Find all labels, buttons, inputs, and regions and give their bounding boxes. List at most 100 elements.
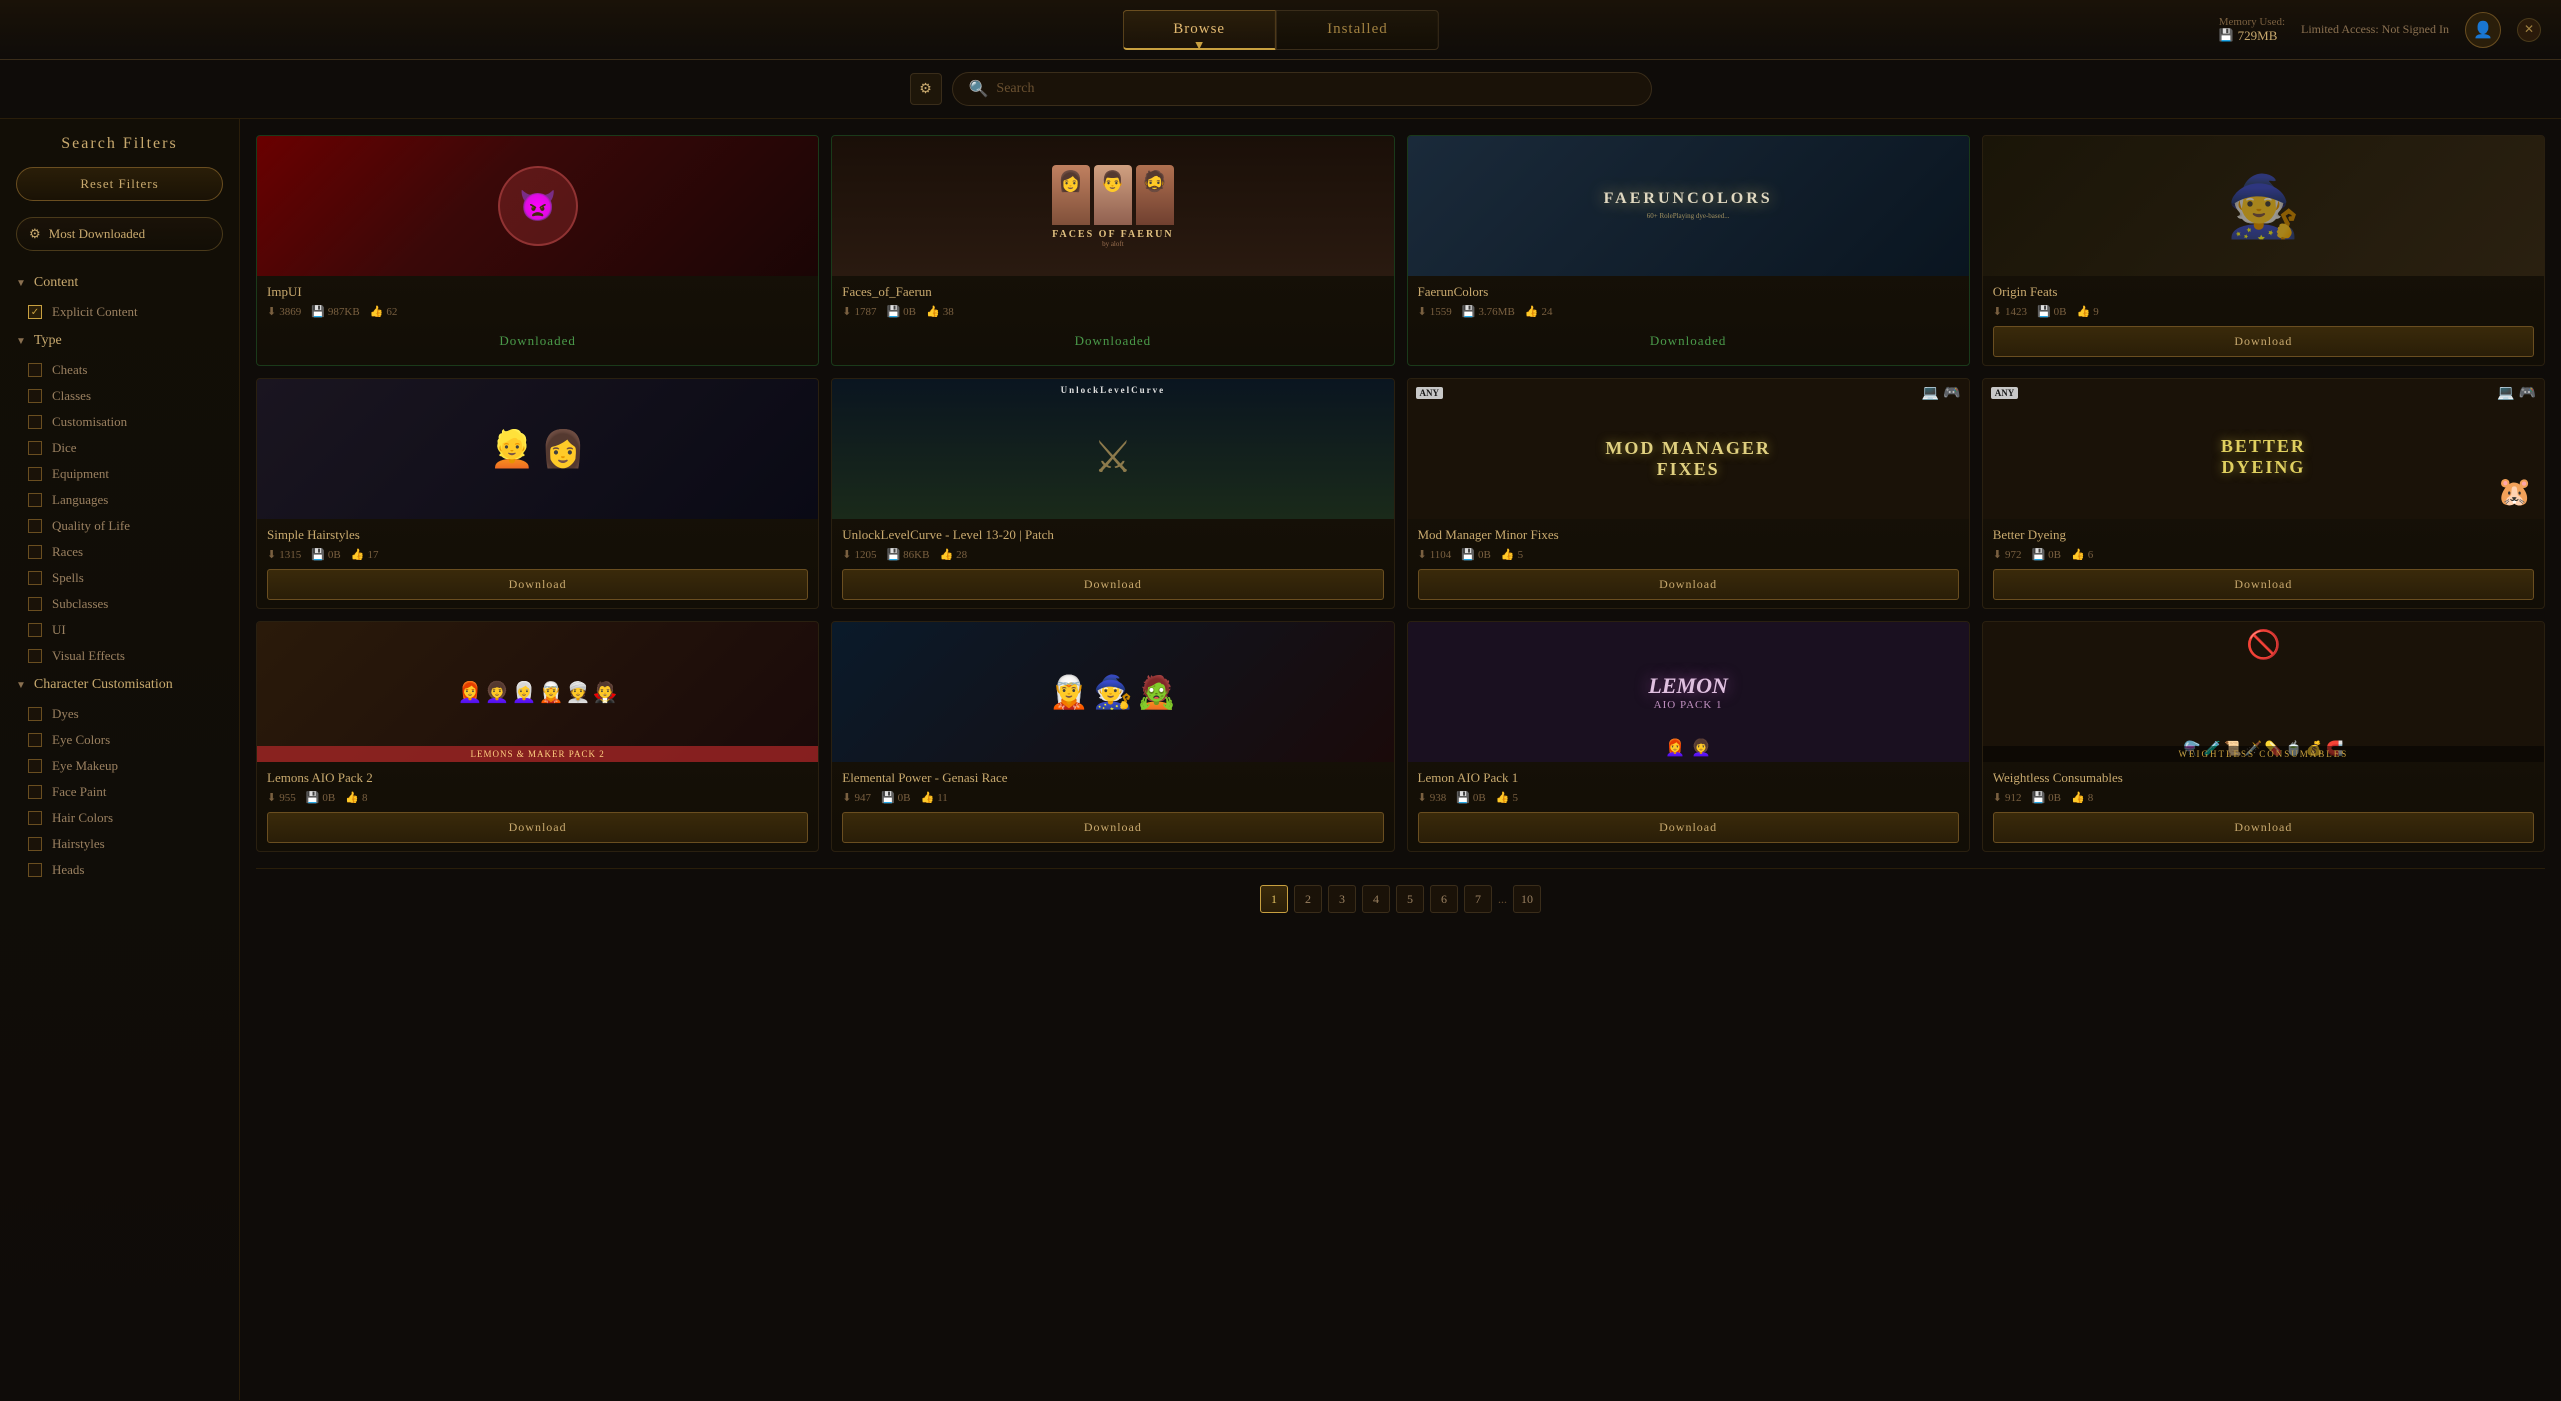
hair-colors-checkbox[interactable] xyxy=(28,811,42,825)
search-input[interactable] xyxy=(996,81,1634,97)
filter-hairstyles[interactable]: Hairstyles xyxy=(0,831,239,857)
chevron-down-icon: ▼ xyxy=(16,680,26,691)
page-button-2[interactable]: 2 xyxy=(1294,885,1322,913)
page-button-6[interactable]: 6 xyxy=(1430,885,1458,913)
filter-button[interactable]: ⚙ xyxy=(910,73,942,105)
mod-card-simple-hairstyles[interactable]: 👱 👩 Simple Hairstyles ⬇ 1315 💾 0B 👍 17 D… xyxy=(256,378,819,609)
close-button[interactable]: ✕ xyxy=(2517,18,2541,42)
cheats-checkbox[interactable] xyxy=(28,363,42,377)
filter-dice[interactable]: Dice xyxy=(0,435,239,461)
downloaded-button-impui[interactable]: Downloaded xyxy=(267,326,808,356)
mod-card-faerun-colors[interactable]: FAERUNCOLORS 60+ RolePlaying dye-based..… xyxy=(1407,135,1970,366)
spells-checkbox[interactable] xyxy=(28,571,42,585)
hairstyles-checkbox[interactable] xyxy=(28,837,42,851)
filter-classes[interactable]: Classes xyxy=(0,383,239,409)
heads-checkbox[interactable] xyxy=(28,863,42,877)
filter-eye-makeup[interactable]: Eye Makeup xyxy=(0,753,239,779)
subclasses-checkbox[interactable] xyxy=(28,597,42,611)
chevron-down-icon: ▼ xyxy=(16,278,26,289)
visual-effects-checkbox[interactable] xyxy=(28,649,42,663)
dice-checkbox[interactable] xyxy=(28,441,42,455)
downloaded-button-faerun-colors[interactable]: Downloaded xyxy=(1418,326,1959,356)
explicit-content-checkbox[interactable] xyxy=(28,305,42,319)
mod-card-unlock-level[interactable]: UnlockLevelCurve ⚔ UnlockLevelCurve - Le… xyxy=(831,378,1394,609)
filter-hair-colors[interactable]: Hair Colors xyxy=(0,805,239,831)
filter-equipment[interactable]: Equipment xyxy=(0,461,239,487)
page-button-10[interactable]: 10 xyxy=(1513,885,1541,913)
mod-card-lemon-aio-1[interactable]: LEMON AIO PACK 1 👩‍🦰 👩‍🦱 Lemon AIO Pack … xyxy=(1407,621,1970,852)
eye-colors-checkbox[interactable] xyxy=(28,733,42,747)
mod-stats-lemon-aio-1: ⬇ 938 💾 0B 👍 5 xyxy=(1418,791,1959,804)
search-box[interactable]: 🔍 xyxy=(952,72,1652,106)
mod-card-elemental-power[interactable]: 🧝 🧙 🧟 Elemental Power - Genasi Race ⬇ 94… xyxy=(831,621,1394,852)
download-button-lemon-aio-1[interactable]: Download xyxy=(1418,812,1959,843)
download-button-mod-manager-fixes[interactable]: Download xyxy=(1418,569,1959,600)
reset-filters-button[interactable]: Reset Filters xyxy=(16,167,223,201)
section-character-customisation[interactable]: ▼ Character Customisation xyxy=(0,669,239,701)
filter-spells[interactable]: Spells xyxy=(0,565,239,591)
section-type[interactable]: ▼ Type xyxy=(0,325,239,357)
mod-card-lemons-aio-2[interactable]: 👩‍🦰 👩‍🦱 👩‍🦳 🧝 👳 🧛 LEMONS & MAKER PACK 2 … xyxy=(256,621,819,852)
mod-card-impui[interactable]: 👿 ImpUI ⬇ 3869 💾 987KB 👍 62 Downloaded xyxy=(256,135,819,366)
mod-card-weightless[interactable]: 🚫 ⚗️ 🧪 📜 🗡️ 💊 🍵 💰 🧲 WEIGHTLESS CONSUMABL… xyxy=(1982,621,2545,852)
search-area: ⚙ 🔍 xyxy=(0,60,2561,119)
download-button-origin-feats[interactable]: Download xyxy=(1993,326,2534,357)
mod-card-origin-feats[interactable]: 🧙 Origin Feats ⬇ 1423 💾 0B 👍 9 Download xyxy=(1982,135,2545,366)
filter-ui[interactable]: UI xyxy=(0,617,239,643)
section-content[interactable]: ▼ Content xyxy=(0,267,239,299)
download-button-better-dyeing[interactable]: Download xyxy=(1993,569,2534,600)
page-button-4[interactable]: 4 xyxy=(1362,885,1390,913)
customisation-checkbox[interactable] xyxy=(28,415,42,429)
filter-quality-of-life[interactable]: Quality of Life xyxy=(0,513,239,539)
download-button-elemental-power[interactable]: Download xyxy=(842,812,1383,843)
mod-card-faces-faerun[interactable]: 👩 👨 🧔 FACES OF FAERUN by aloft Faces_of_… xyxy=(831,135,1394,366)
tab-installed[interactable]: Installed xyxy=(1276,10,1439,50)
filter-face-paint[interactable]: Face Paint xyxy=(0,779,239,805)
eye-makeup-checkbox[interactable] xyxy=(28,759,42,773)
page-button-1[interactable]: 1 xyxy=(1260,885,1288,913)
page-button-3[interactable]: 3 xyxy=(1328,885,1356,913)
quality-of-life-checkbox[interactable] xyxy=(28,519,42,533)
filter-visual-effects[interactable]: Visual Effects xyxy=(0,643,239,669)
page-button-5[interactable]: 5 xyxy=(1396,885,1424,913)
mod-thumbnail-lemon-aio-1: LEMON AIO PACK 1 👩‍🦰 👩‍🦱 xyxy=(1408,622,1969,762)
races-checkbox[interactable] xyxy=(28,545,42,559)
download-button-unlock-level[interactable]: Download xyxy=(842,569,1383,600)
mod-info-faces: Faces_of_Faerun ⬇ 1787 💾 0B 👍 38 Downloa… xyxy=(832,276,1393,364)
mod-thumbnail-mod-manager-fixes: ANY 💻🎮 MOD MANAGER FIXES xyxy=(1408,379,1969,519)
dyes-checkbox[interactable] xyxy=(28,707,42,721)
download-button-lemons-aio-2[interactable]: Download xyxy=(267,812,808,843)
mod-thumbnail-origin-feats: 🧙 xyxy=(1983,136,2544,276)
mod-thumbnail-simple-hairstyles: 👱 👩 xyxy=(257,379,818,519)
mod-stats-unlock-level: ⬇ 1205 💾 86KB 👍 28 xyxy=(842,548,1383,561)
nav-right: Memory Used: 💾 729MB Limited Access: Not… xyxy=(2219,12,2541,48)
filter-dyes[interactable]: Dyes xyxy=(0,701,239,727)
ui-checkbox[interactable] xyxy=(28,623,42,637)
sort-button[interactable]: ⚙ Most Downloaded xyxy=(16,217,223,251)
mod-info-faerun-colors: FaerunColors ⬇ 1559 💾 3.76MB 👍 24 Downlo… xyxy=(1408,276,1969,364)
filter-explicit-content[interactable]: Explicit Content xyxy=(0,299,239,325)
filter-subclasses[interactable]: Subclasses xyxy=(0,591,239,617)
download-button-weightless[interactable]: Download xyxy=(1993,812,2534,843)
mod-card-mod-manager-fixes[interactable]: ANY 💻🎮 MOD MANAGER FIXES Mod Manager Min… xyxy=(1407,378,1970,609)
tab-active-indicator xyxy=(1195,42,1203,50)
mod-card-better-dyeing[interactable]: ANY 💻🎮 BETTER DYEING 🐹 Better Dyeing ⬇ 9… xyxy=(1982,378,2545,609)
mod-name-elemental-power: Elemental Power - Genasi Race xyxy=(842,770,1383,786)
filter-customisation[interactable]: Customisation xyxy=(0,409,239,435)
classes-checkbox[interactable] xyxy=(28,389,42,403)
any-badge-2: ANY xyxy=(1991,387,2019,399)
face-paint-checkbox[interactable] xyxy=(28,785,42,799)
filter-eye-colors[interactable]: Eye Colors xyxy=(0,727,239,753)
filter-cheats[interactable]: Cheats xyxy=(0,357,239,383)
languages-checkbox[interactable] xyxy=(28,493,42,507)
filter-languages[interactable]: Languages xyxy=(0,487,239,513)
downloaded-button-faces[interactable]: Downloaded xyxy=(842,326,1383,356)
download-button-simple-hairstyles[interactable]: Download xyxy=(267,569,808,600)
filter-heads[interactable]: Heads xyxy=(0,857,239,883)
tab-browse[interactable]: Browse xyxy=(1122,10,1276,50)
avatar-button[interactable]: 👤 xyxy=(2465,12,2501,48)
page-button-7[interactable]: 7 xyxy=(1464,885,1492,913)
search-icon: 🔍 xyxy=(969,79,989,99)
equipment-checkbox[interactable] xyxy=(28,467,42,481)
filter-races[interactable]: Races xyxy=(0,539,239,565)
